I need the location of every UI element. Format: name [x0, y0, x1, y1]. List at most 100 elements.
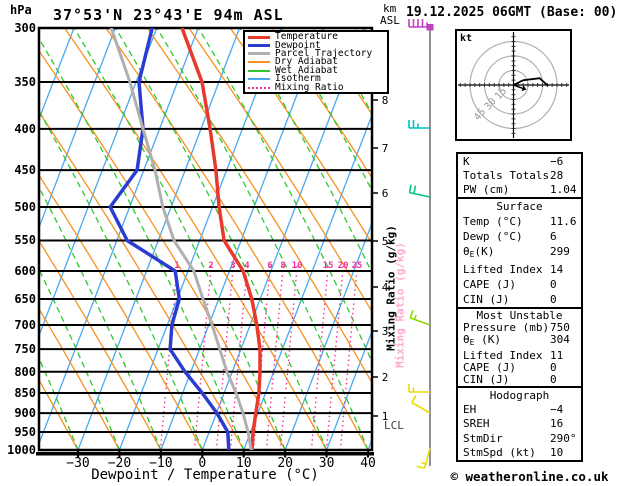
index-value: 11.6	[550, 215, 577, 228]
altitude-tick-label: 4	[381, 281, 389, 294]
index-row: Lifted Index 14	[458, 264, 581, 275]
index-value: 11	[550, 348, 564, 362]
legend-swatch	[248, 35, 270, 39]
index-value: 14	[550, 263, 564, 276]
indices-section: Hodograph EH −4 SREH 16 StmDir 290° StmSpd (kt)…	[456, 386, 583, 462]
index-value: 10	[550, 446, 564, 460]
index-value: 6	[550, 230, 557, 243]
index-row: θE(K) 299	[458, 246, 581, 260]
temperature-tick-label: 0	[198, 456, 207, 471]
legend-swatch	[248, 78, 270, 81]
indices-section-title: Hodograph	[489, 388, 550, 402]
indices-section: K −6 Totals Totals 28 PW (cm) 1.04	[456, 152, 583, 199]
wind-barb	[408, 120, 430, 129]
index-label: CAPE (J)	[463, 360, 516, 374]
indices-section: Most Unstable Pressure (mb) 750 θE (K) 304 Li…	[456, 307, 583, 388]
pressure-tick-label: 900	[14, 406, 36, 421]
altitude-tick-label: 7	[381, 142, 389, 155]
index-label: CIN (J)	[463, 373, 510, 387]
wind-barb	[411, 395, 431, 414]
index-value: 299	[550, 245, 570, 258]
index-label: CAPE (J)	[463, 278, 516, 291]
pressure-tick-label: 550	[14, 233, 36, 248]
wind-barb	[409, 310, 431, 326]
index-value: 0	[550, 360, 557, 374]
mixing-ratio-label: 10	[292, 261, 303, 271]
index-row: Lifted Index 11	[458, 350, 581, 361]
temperature-tick-label: 10	[235, 456, 252, 471]
index-value: 28	[550, 168, 564, 182]
station-title: 37°53'N 23°43'E 94m ASL	[53, 6, 284, 24]
index-label: θE(K)	[463, 245, 495, 259]
skewt-page: 1 2 3 4 6 8 10 15 20 25 15 30 45 hPa 37°53'N 23°43'E…	[0, 0, 629, 486]
mixing-ratio-label: 25	[352, 261, 363, 271]
index-label: Lifted Index	[463, 348, 543, 362]
index-value: 0	[550, 278, 557, 291]
wind-barb	[408, 184, 431, 198]
temperature-tick-label: −30	[66, 456, 90, 471]
wind-barb	[416, 447, 431, 470]
copyright-credit: © weatheronline.co.uk	[450, 469, 609, 484]
pressure-tick-label: 600	[14, 263, 36, 278]
pressure-tick-label: 950	[14, 425, 36, 440]
mixing-ratio-label: 20	[338, 261, 349, 271]
pressure-tick-label: 400	[14, 121, 36, 136]
altitude-tick-label: 1	[381, 410, 389, 423]
indices-table: K −6 Totals Totals 28 PW (cm) 1.04 Surface Temp…	[456, 152, 583, 462]
index-value: 16	[550, 417, 564, 431]
pressure-tick-label: 800	[14, 364, 36, 379]
index-row: SREH 16	[458, 418, 581, 429]
index-row: Dewp (°C) 6	[458, 231, 581, 242]
hodograph: 153045	[455, 29, 572, 141]
index-label: Totals Totals	[463, 168, 550, 182]
index-label: Temp (°C)	[463, 215, 523, 228]
index-row: CAPE (J) 0	[458, 279, 581, 290]
mixing-ratio-label: 6	[267, 261, 272, 271]
pressure-tick-label: 750	[14, 342, 36, 357]
index-row: Temp (°C) 11.6	[458, 216, 581, 227]
temperature-tick-label: 20	[277, 456, 293, 471]
pressure-tick-label: 450	[14, 163, 36, 178]
legend: Temperature Dewpoint Parcel Trajectory Dry …	[243, 30, 389, 94]
legend-swatch	[248, 61, 270, 64]
altitude-tick-label: 8	[381, 94, 389, 107]
pressure-tick-label: 700	[14, 317, 36, 332]
legend-swatch	[248, 86, 270, 89]
pressure-tick-label: 300	[14, 21, 36, 35]
index-value: −4	[550, 403, 564, 417]
index-label: Dewp (°C)	[463, 230, 523, 243]
legend-item: Mixing Ratio	[248, 82, 387, 92]
index-label: θE (K)	[463, 333, 501, 348]
index-value: 750	[550, 320, 570, 334]
altitude-tick-label: 2	[381, 371, 389, 384]
mixing-ratio-label: 8	[280, 261, 285, 271]
index-label: StmDir	[463, 431, 503, 445]
pressure-tick-label: 350	[14, 75, 36, 90]
mixing-ratio-label: 2	[208, 261, 213, 271]
index-label: Pressure (mb)	[463, 320, 550, 334]
altitude-tick-label: 5	[381, 235, 389, 248]
index-row: EH −4	[458, 404, 581, 415]
indices-section-title: Surface	[496, 200, 543, 213]
index-row: CAPE (J) 0	[458, 362, 581, 373]
pressure-axis-unit: hPa	[10, 3, 32, 17]
pressure-tick-label: 500	[14, 200, 36, 215]
temperature-tick-label: −10	[149, 456, 173, 471]
index-label: CIN (J)	[463, 293, 510, 306]
temperature-tick-label: −20	[107, 456, 132, 471]
pressure-tick-label: 850	[14, 386, 36, 401]
run-datetime: 19.12.2025 06GMT (Base: 00)	[406, 5, 618, 20]
index-row: K −6	[458, 156, 581, 167]
mixing-ratio-label: 4	[244, 261, 250, 271]
mixing-ratio-label: 1	[174, 261, 179, 271]
index-row: CIN (J) 0	[458, 294, 581, 305]
legend-swatch	[248, 44, 270, 48]
hodograph-unit-label: kt	[460, 33, 473, 44]
index-label: EH	[463, 403, 477, 417]
dewpoint-curve	[108, 28, 231, 450]
index-row: Pressure (mb) 750	[458, 322, 581, 333]
mixing-ratio-label: 3	[230, 261, 235, 271]
mixing-ratio-label: 15	[323, 261, 334, 271]
temperature-tick-label: 30	[318, 456, 335, 471]
index-value: 290°	[550, 431, 577, 445]
